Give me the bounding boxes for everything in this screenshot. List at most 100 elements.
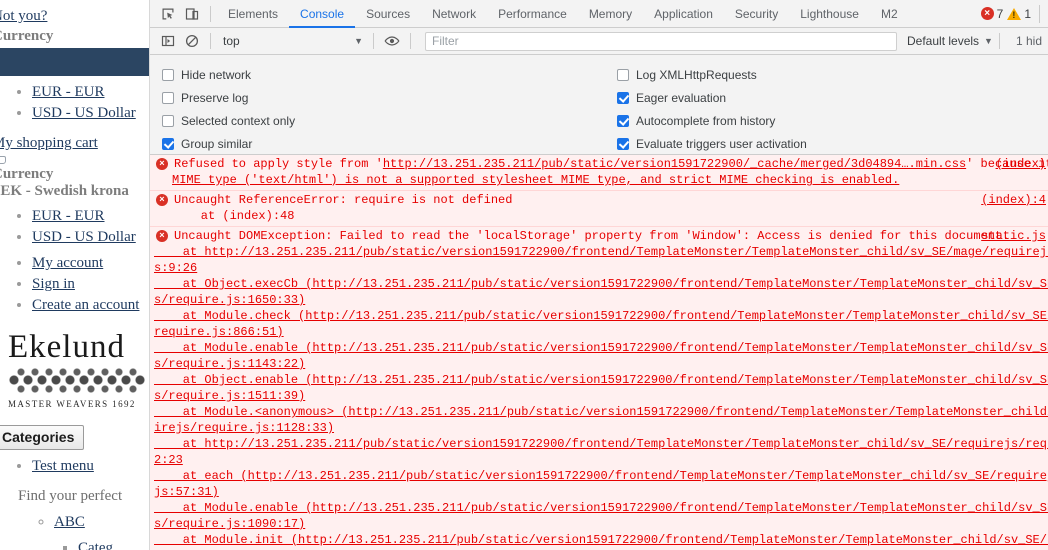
stack-line[interactable]: s/require.js:1511:39) — [150, 388, 1048, 404]
clear-console-icon[interactable] — [180, 30, 204, 52]
site-logo[interactable]: Ekelund MASTER WEAVERS 1692 — [0, 329, 149, 409]
categories-button[interactable]: Categories — [0, 425, 85, 450]
stack-line[interactable]: at each (http://13.251.235.211/pub/stati… — [150, 468, 1048, 484]
tab-network[interactable]: Network — [421, 0, 487, 28]
list-item[interactable]: USD - US Dollar — [32, 227, 149, 247]
sign-in-link[interactable]: Sign in — [32, 274, 75, 294]
console-message-line: × Uncaught DOMException: Failed to read … — [150, 228, 1048, 244]
execution-context-select[interactable]: top ▼ — [217, 32, 367, 51]
stack-line[interactable]: s:9:26 — [150, 260, 1048, 276]
list-item[interactable]: EUR - EUR — [32, 82, 149, 102]
tab-performance[interactable]: Performance — [487, 0, 578, 28]
checkbox-log-xmlhttprequests[interactable] — [617, 68, 629, 81]
tab-sources[interactable]: Sources — [355, 0, 421, 28]
error-count-badge[interactable]: × 7 — [980, 7, 1003, 21]
setting-preserve-log[interactable]: Preserve log — [162, 86, 599, 109]
tab-security[interactable]: Security — [724, 0, 789, 28]
setting-group-similar[interactable]: Group similar — [162, 132, 599, 155]
checkbox-evaluate-triggers-user-activation[interactable] — [617, 137, 629, 150]
console-message-source[interactable]: (index):4 — [981, 192, 1046, 208]
setting-autocomplete-from-history[interactable]: Autocomplete from history — [617, 109, 1048, 132]
stack-line[interactable]: at Module.init (http://13.251.235.211/pu… — [150, 532, 1048, 548]
navy-bar — [0, 48, 149, 76]
stack-line[interactable]: at Module.<anonymous> (http://13.251.235… — [150, 404, 1048, 420]
list-item[interactable]: EUR - EUR — [32, 206, 149, 226]
shopping-cart-link[interactable]: My shopping cart — [0, 135, 98, 152]
checkbox-preserve-log[interactable] — [162, 91, 174, 104]
setting-evaluate-triggers-user-activation[interactable]: Evaluate triggers user activation — [617, 132, 1048, 155]
cart-icon — [0, 156, 6, 164]
categories-row: Categories — [0, 409, 149, 450]
filter-input[interactable] — [425, 31, 897, 51]
currency-selected: SEK - Swedish krona — [0, 183, 129, 199]
setting-hide-network[interactable]: Hide network — [162, 63, 599, 86]
list-item[interactable]: My account — [32, 253, 149, 273]
live-expression-eye-icon[interactable] — [380, 30, 404, 52]
create-account-link[interactable]: Create an account — [32, 295, 139, 315]
console-sidebar-icon[interactable] — [156, 30, 180, 52]
abc-link[interactable]: ABC — [54, 511, 85, 533]
list-item[interactable]: Categ — [78, 537, 149, 550]
list-item[interactable]: ABC — [54, 511, 149, 533]
console-message-text: Uncaught DOMException: Failed to read th… — [174, 229, 1010, 243]
stack-line[interactable]: at Module.check (http://13.251.235.211/p… — [150, 308, 1048, 324]
setting-log-xmlhttprequests[interactable]: Log XMLHttpRequests — [617, 63, 1048, 86]
tab-elements[interactable]: Elements — [217, 0, 289, 28]
device-toolbar-icon[interactable] — [180, 3, 204, 25]
checkbox-selected-context-only[interactable] — [162, 114, 174, 127]
stack-line[interactable]: at Module.enable (http://13.251.235.211/… — [150, 340, 1048, 356]
console-message-list[interactable]: × Refused to apply style from 'http://13… — [150, 155, 1048, 550]
tab-application[interactable]: Application — [643, 0, 724, 28]
console-message-line: × Refused to apply style from 'http://13… — [150, 156, 1048, 172]
tab-m2[interactable]: M2 — [870, 0, 909, 28]
stack-line[interactable]: require.js:866:51) — [150, 324, 1048, 340]
stack-line[interactable]: s/require.js:1650:33) — [150, 292, 1048, 308]
console-message[interactable]: × Refused to apply style from 'http://13… — [150, 155, 1048, 191]
checkbox-hide-network[interactable] — [162, 68, 174, 81]
msg1-url[interactable]: http://13.251.235.211/pub/static/version… — [383, 157, 966, 171]
currency-eur-link[interactable]: EUR - EUR — [32, 206, 105, 226]
inspect-element-icon[interactable] — [156, 3, 180, 25]
list-item[interactable]: Test menu — [32, 456, 149, 476]
categ-link[interactable]: Categ — [78, 537, 113, 550]
setting-label: Hide network — [181, 67, 252, 82]
stack-line[interactable]: at http://13.251.235.211/pub/static/vers… — [150, 244, 1048, 260]
setting-label: Preserve log — [181, 90, 249, 105]
checkbox-autocomplete-from-history[interactable] — [617, 114, 629, 127]
console-message[interactable]: × Uncaught ReferenceError: require is no… — [150, 191, 1048, 227]
checkbox-group-similar[interactable] — [162, 137, 174, 150]
stack-line[interactable]: irejs/require.js:1128:33) — [150, 420, 1048, 436]
setting-selected-context-only[interactable]: Selected context only — [162, 109, 599, 132]
stack-line[interactable]: at Module.enable (http://13.251.235.211/… — [150, 500, 1048, 516]
sub-sub-menu-list: Categ — [0, 537, 149, 550]
log-levels-label: Default levels — [907, 34, 980, 48]
stack-line[interactable]: s/require.js:1090:17) — [150, 516, 1048, 532]
warning-count-badge[interactable]: 1 — [1007, 7, 1031, 21]
console-message-source[interactable]: static.js — [981, 228, 1046, 244]
setting-eager-evaluation[interactable]: Eager evaluation — [617, 86, 1048, 109]
currency-usd-link-top[interactable]: USD - US Dollar — [32, 103, 136, 123]
tab-console[interactable]: Console — [289, 0, 355, 28]
stack-line[interactable]: at http://13.251.235.211/pub/static/vers… — [150, 436, 1048, 452]
currency-usd-link[interactable]: USD - US Dollar — [32, 227, 136, 247]
currency-label-top: Currency — [0, 28, 54, 44]
list-item[interactable]: Create an account — [32, 295, 149, 315]
tab-memory[interactable]: Memory — [578, 0, 643, 28]
console-message[interactable]: × Uncaught DOMException: Failed to read … — [150, 227, 1048, 550]
list-item[interactable]: Sign in — [32, 274, 149, 294]
console-message-source[interactable]: (index) — [996, 156, 1046, 172]
stack-line[interactable]: s/require.js:1143:22) — [150, 356, 1048, 372]
msg2-stack-line[interactable]: at (index):48 — [150, 208, 1048, 224]
stack-line[interactable]: at Object.enable (http://13.251.235.211/… — [150, 372, 1048, 388]
stack-line[interactable]: js:57:31) — [150, 484, 1048, 500]
log-levels-select[interactable]: Default levels ▼ — [907, 34, 993, 48]
currency-eur-link-top[interactable]: EUR - EUR — [32, 82, 105, 102]
stack-line[interactable]: at Object.execCb (http://13.251.235.211/… — [150, 276, 1048, 292]
stack-line[interactable]: 2:23 — [150, 452, 1048, 468]
tab-lighthouse[interactable]: Lighthouse — [789, 0, 870, 28]
list-item[interactable]: USD - US Dollar — [32, 103, 149, 123]
not-you-link[interactable]: Not you? — [0, 6, 47, 26]
test-menu-link[interactable]: Test menu — [32, 456, 94, 476]
checkbox-eager-evaluation[interactable] — [617, 91, 629, 104]
my-account-link[interactable]: My account — [32, 253, 103, 273]
